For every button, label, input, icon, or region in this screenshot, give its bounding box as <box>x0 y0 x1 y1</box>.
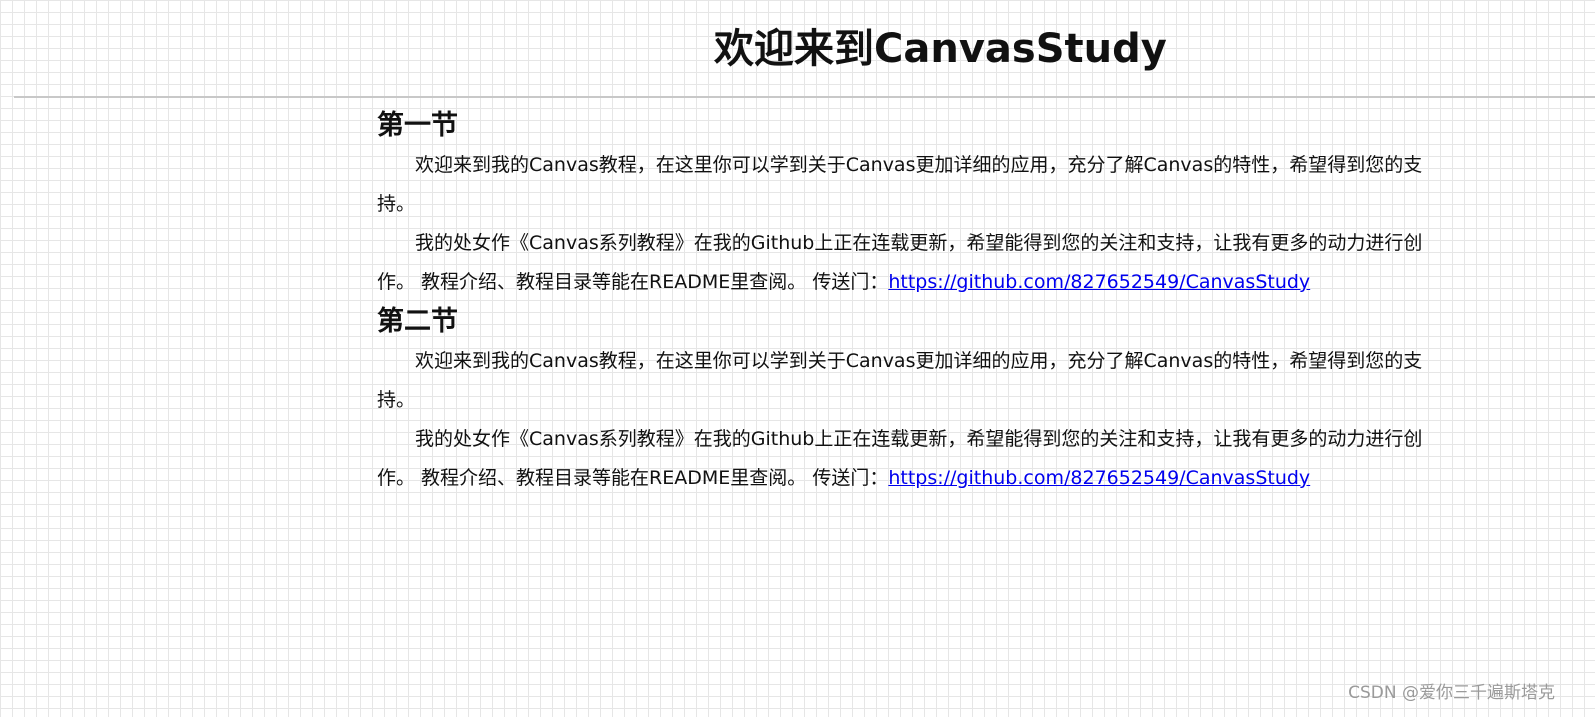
section-paragraph-series: 我的处女作《Canvas系列教程》在我的Github上正在连载更新，希望能得到您… <box>377 420 1457 498</box>
section-paragraph-intro: 欢迎来到我的Canvas教程，在这里你可以学到关于Canvas更加详细的应用，充… <box>377 154 1423 215</box>
github-link[interactable]: https://github.com/827652549/CanvasStudy <box>888 271 1310 293</box>
section-heading: 第一节 <box>377 110 458 141</box>
github-link[interactable]: https://github.com/827652549/CanvasStudy <box>888 467 1310 489</box>
section-heading: 第二节 <box>377 306 458 337</box>
page-header: 欢迎来到CanvasStudy <box>14 0 1595 98</box>
section-2: 第二节 欢迎来到我的Canvas教程，在这里你可以学到关于Canvas更加详细的… <box>377 302 1457 498</box>
section-paragraph-intro: 欢迎来到我的Canvas教程，在这里你可以学到关于Canvas更加详细的应用，充… <box>377 350 1423 411</box>
section-1: 第一节 欢迎来到我的Canvas教程，在这里你可以学到关于Canvas更加详细的… <box>377 106 1457 302</box>
main-content: 第一节 欢迎来到我的Canvas教程，在这里你可以学到关于Canvas更加详细的… <box>377 106 1457 498</box>
section-paragraph-series: 我的处女作《Canvas系列教程》在我的Github上正在连载更新，希望能得到您… <box>377 224 1457 302</box>
page-title: 欢迎来到CanvasStudy <box>714 26 1167 72</box>
csdn-watermark: CSDN @爱你三千遍斯塔克 <box>1348 683 1555 703</box>
